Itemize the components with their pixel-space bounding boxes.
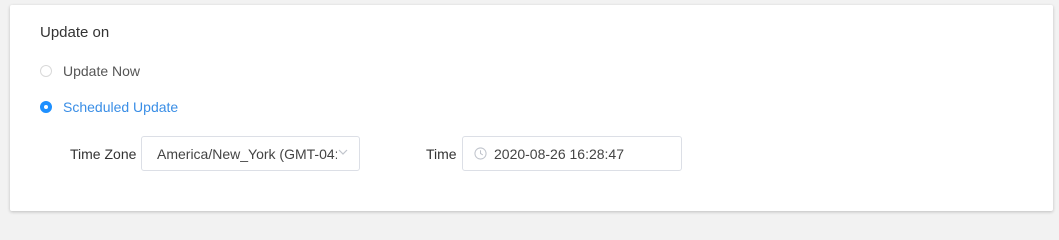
update-now-radio[interactable] bbox=[40, 65, 52, 77]
time-picker-input[interactable]: 2020-08-26 16:28:47 bbox=[462, 136, 682, 171]
timezone-label: Time Zone bbox=[70, 146, 137, 162]
section-title: Update on bbox=[40, 24, 110, 41]
timezone-value: America/New_York (GMT-04:00) bbox=[157, 146, 337, 162]
clock-icon bbox=[474, 147, 487, 160]
time-value: 2020-08-26 16:28:47 bbox=[494, 146, 624, 162]
update-now-label[interactable]: Update Now bbox=[63, 63, 140, 79]
scheduled-update-option[interactable]: Scheduled Update bbox=[40, 99, 178, 115]
update-now-option[interactable]: Update Now bbox=[40, 63, 140, 79]
scheduled-update-label[interactable]: Scheduled Update bbox=[63, 99, 178, 115]
time-label: Time bbox=[426, 146, 457, 162]
timezone-select[interactable]: America/New_York (GMT-04:00) bbox=[141, 136, 360, 171]
update-schedule-panel: Update on Update Now Scheduled Update Ti… bbox=[10, 5, 1053, 211]
chevron-down-icon bbox=[338, 149, 348, 155]
scheduled-update-radio[interactable] bbox=[40, 101, 52, 113]
